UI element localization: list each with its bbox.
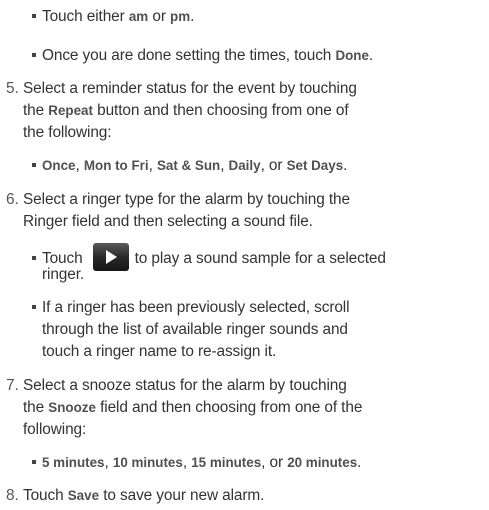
text-run: . xyxy=(343,157,348,174)
keyword: Snooze xyxy=(48,400,96,415)
text-run: Once you are done setting the times, tou… xyxy=(42,47,336,64)
keyword: pm xyxy=(170,9,191,24)
keyword: 5 minutes xyxy=(42,455,105,470)
text-run: , or xyxy=(261,454,288,471)
line-text: ringer. xyxy=(42,266,84,283)
text-run: Select a reminder status for the event b… xyxy=(23,80,357,97)
step-8-line-1: Touch Save to save your new alarm. xyxy=(23,486,264,506)
keyword: am xyxy=(128,9,149,24)
line-text: through the list of available ringer sou… xyxy=(42,321,348,338)
keyword: Repeat xyxy=(48,103,93,118)
line-text: Touch either am or pm. xyxy=(42,8,194,25)
line-text: the Repeat button and then choosing from… xyxy=(23,102,349,119)
bullet-marker xyxy=(32,460,36,464)
text-run: If a ringer has been previously selected… xyxy=(42,299,350,316)
step-6-line-1: Select a ringer type for the alarm by to… xyxy=(23,190,350,210)
play-icon xyxy=(92,243,129,271)
text-run: Select a ringer type for the alarm by to… xyxy=(23,191,350,208)
line-text: following: xyxy=(23,421,86,438)
text-run: , or xyxy=(260,157,287,174)
step-7-line-1: Select a snooze status for the alarm by … xyxy=(23,376,347,396)
bullet-snooze-options: 5 minutes, 10 minutes, 15 minutes, or 20… xyxy=(32,453,361,473)
text-run: or xyxy=(148,8,171,25)
keyword: 20 minutes xyxy=(287,455,358,470)
text-run: the following: xyxy=(23,124,112,141)
line-text: Select a ringer type for the alarm by to… xyxy=(23,191,350,208)
keyword: Save xyxy=(67,488,100,503)
text-run: , xyxy=(75,157,84,174)
text-run: through the list of available ringer sou… xyxy=(42,321,348,338)
bullet-marker xyxy=(32,256,36,260)
line-text: the Snooze field and then choosing from … xyxy=(23,399,362,416)
text-run: , xyxy=(148,157,157,174)
bullet-play-sample: Touch to play a sound sample for a select… xyxy=(32,243,386,271)
keyword: 15 minutes xyxy=(191,455,262,470)
text-run: touch a ringer name to re-assign it. xyxy=(42,343,277,360)
text-run: to play a sound sample for a selected xyxy=(134,250,386,267)
step-5-line-1: Select a reminder status for the event b… xyxy=(23,79,357,99)
bullet-marker xyxy=(32,163,36,167)
text-run: Ringer field and then selecting a sound … xyxy=(23,213,313,230)
step-7-line-2: the Snooze field and then choosing from … xyxy=(23,398,362,418)
step-number: 8. xyxy=(6,487,19,504)
keyword: Sat & Sun xyxy=(156,158,221,173)
bullet-repeat-options: Once, Mon to Fri, Sat & Sun, Daily, or S… xyxy=(32,156,347,176)
bullet-marker xyxy=(32,14,36,18)
keyword: Mon to Fri xyxy=(83,158,149,173)
text-run: the xyxy=(23,399,49,416)
line-text: Select a reminder status for the event b… xyxy=(23,80,357,97)
keyword: Done xyxy=(335,48,369,63)
keyword: Daily xyxy=(228,158,261,173)
step-6-line-2: Ringer field and then selecting a sound … xyxy=(23,212,313,232)
keyword: Once xyxy=(42,158,76,173)
line-text: Ringer field and then selecting a sound … xyxy=(23,213,313,230)
text-run: . xyxy=(368,47,374,64)
bullet-marker xyxy=(32,53,36,57)
manual-page: Touch either am or pm. Once you are done… xyxy=(0,0,489,510)
text-run: , xyxy=(104,454,113,471)
bullet-done: Once you are done setting the times, tou… xyxy=(32,46,373,66)
keyword: 10 minutes xyxy=(112,455,183,470)
text-run: . xyxy=(357,454,362,471)
line-text: Once, Mon to Fri, Sat & Sun, Daily, or S… xyxy=(42,157,347,174)
step-number: 6. xyxy=(6,191,19,208)
line-text: Select a snooze status for the alarm by … xyxy=(23,377,347,394)
text-run: , xyxy=(182,454,192,471)
text-run: , xyxy=(220,157,229,174)
text-run: ringer. xyxy=(42,266,85,283)
step-number: 7. xyxy=(6,377,19,394)
text-run: to save your new alarm. xyxy=(99,487,265,504)
line-text: If a ringer has been previously selected… xyxy=(42,299,350,316)
text-run: following: xyxy=(23,421,87,438)
text-run: the xyxy=(23,102,49,119)
line-text: Touch Save to save your new alarm. xyxy=(23,487,264,504)
line-text: Touch to play a sound sample for a select… xyxy=(42,243,386,271)
bullet-play-sample-cont: ringer. xyxy=(42,265,84,285)
step-5-line-2: the Repeat button and then choosing from… xyxy=(23,101,349,121)
keyword: Set Days xyxy=(286,158,344,173)
line-text: 5 minutes, 10 minutes, 15 minutes, or 20… xyxy=(42,454,361,471)
text-run: Touch xyxy=(23,487,68,504)
bullet-reassign-line-3: touch a ringer name to re-assign it. xyxy=(42,342,276,362)
text-run: field and then choosing from one of the xyxy=(95,399,363,416)
text-run: Select a snooze status for the alarm by … xyxy=(23,377,347,394)
line-text: touch a ringer name to re-assign it. xyxy=(42,343,276,360)
bullet-reassign-line-1: If a ringer has been previously selected… xyxy=(32,298,350,318)
step-5-line-3: the following: xyxy=(23,123,112,143)
line-text: Once you are done setting the times, tou… xyxy=(42,47,373,64)
bullet-am-pm: Touch either am or pm. xyxy=(32,7,194,27)
bullet-marker xyxy=(32,305,36,309)
step-7-line-3: following: xyxy=(23,420,86,440)
step-number: 5. xyxy=(6,80,19,97)
line-text: the following: xyxy=(23,124,112,141)
text-run: Touch either xyxy=(42,8,129,25)
text-run: button and then choosing from one of xyxy=(92,102,349,119)
text-run: . xyxy=(190,8,195,25)
bullet-reassign-line-2: through the list of available ringer sou… xyxy=(42,320,348,340)
